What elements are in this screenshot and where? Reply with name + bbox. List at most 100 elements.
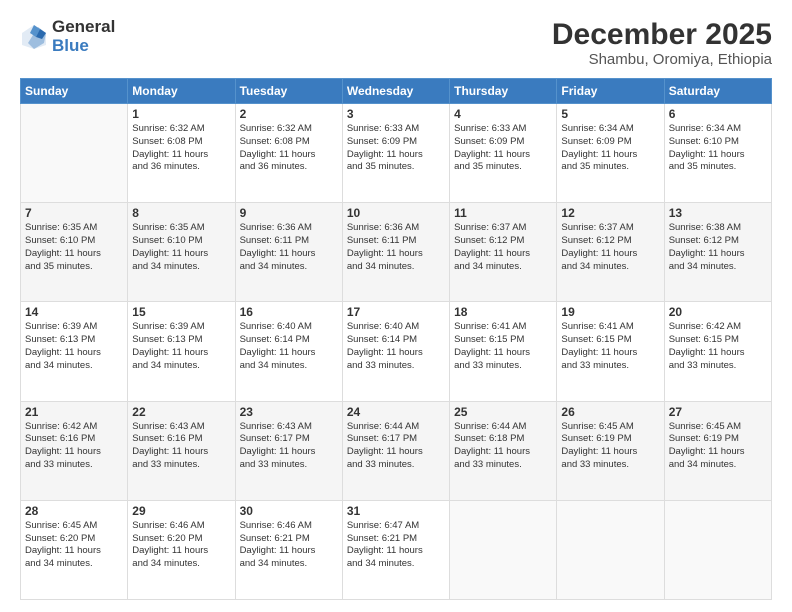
day-number: 15 (132, 305, 230, 319)
cell-info: Sunrise: 6:46 AM Sunset: 6:21 PM Dayligh… (240, 520, 338, 571)
calendar-cell: 13 Sunrise: 6:38 AM Sunset: 6:12 PM Dayli… (664, 203, 771, 302)
cell-info: Sunrise: 6:43 AM Sunset: 6:16 PM Dayligh… (132, 421, 230, 472)
calendar-week-row: 28Sunrise: 6:45 AM Sunset: 6:20 PM Dayli… (21, 500, 772, 599)
day-number: 23 (240, 405, 338, 419)
calendar-week-row: 7 Sunrise: 6:35 AM Sunset: 6:10 PM Daylig… (21, 203, 772, 302)
calendar-cell: 19 Sunrise: 6:41 AM Sunset: 6:15 PM Dayli… (557, 302, 664, 401)
calendar-header-row: SundayMondayTuesdayWednesdayThursdayFrid… (21, 79, 772, 104)
day-number: 11 (454, 206, 552, 220)
cell-info: Sunrise: 6:34 AM Sunset: 6:09 PM Dayligh… (561, 123, 659, 174)
calendar-cell (450, 500, 557, 599)
day-number: 3 (347, 107, 445, 121)
cell-info: Sunrise: 6:42 AM Sunset: 6:16 PM Dayligh… (25, 421, 123, 472)
location-subtitle: Shambu, Oromiya, Ethiopia (552, 51, 772, 68)
calendar-cell: 1Sunrise: 6:32 AM Sunset: 6:08 PM Daylig… (128, 104, 235, 203)
logo-icon (20, 23, 48, 51)
day-number: 26 (561, 405, 659, 419)
cell-info: Sunrise: 6:36 AM Sunset: 6:11 PM Dayligh… (240, 222, 338, 273)
cell-info: Sunrise: 6:42 AM Sunset: 6:15 PM Dayligh… (669, 321, 767, 372)
cell-info: Sunrise: 6:46 AM Sunset: 6:20 PM Dayligh… (132, 520, 230, 571)
cell-info: Sunrise: 6:40 AM Sunset: 6:14 PM Dayligh… (240, 321, 338, 372)
day-number: 14 (25, 305, 123, 319)
cell-info: Sunrise: 6:37 AM Sunset: 6:12 PM Dayligh… (561, 222, 659, 273)
calendar-cell: 6Sunrise: 6:34 AM Sunset: 6:10 PM Daylig… (664, 104, 771, 203)
calendar-week-row: 1Sunrise: 6:32 AM Sunset: 6:08 PM Daylig… (21, 104, 772, 203)
cell-info: Sunrise: 6:36 AM Sunset: 6:11 PM Dayligh… (347, 222, 445, 273)
calendar-cell: 27Sunrise: 6:45 AM Sunset: 6:19 PM Dayli… (664, 401, 771, 500)
calendar-cell: 31 Sunrise: 6:47 AM Sunset: 6:21 PM Dayli… (342, 500, 449, 599)
cell-info: Sunrise: 6:44 AM Sunset: 6:18 PM Dayligh… (454, 421, 552, 472)
page: General Blue December 2025 Shambu, Oromi… (0, 0, 792, 612)
day-number: 9 (240, 206, 338, 220)
calendar-cell (557, 500, 664, 599)
cell-info: Sunrise: 6:47 AM Sunset: 6:21 PM Dayligh… (347, 520, 445, 571)
cell-info: Sunrise: 6:32 AM Sunset: 6:08 PM Dayligh… (240, 123, 338, 174)
calendar-cell (664, 500, 771, 599)
calendar-cell: 5 Sunrise: 6:34 AM Sunset: 6:09 PM Daylig… (557, 104, 664, 203)
calendar-week-row: 14 Sunrise: 6:39 AM Sunset: 6:13 PM Dayli… (21, 302, 772, 401)
calendar-cell: 8Sunrise: 6:35 AM Sunset: 6:10 PM Daylig… (128, 203, 235, 302)
day-header-sunday: Sunday (21, 79, 128, 104)
calendar-cell: 25Sunrise: 6:44 AM Sunset: 6:18 PM Dayli… (450, 401, 557, 500)
calendar-cell: 18 Sunrise: 6:41 AM Sunset: 6:15 PM Dayli… (450, 302, 557, 401)
calendar-cell: 23 Sunrise: 6:43 AM Sunset: 6:17 PM Dayli… (235, 401, 342, 500)
title-block: December 2025 Shambu, Oromiya, Ethiopia (552, 18, 772, 68)
calendar-table: SundayMondayTuesdayWednesdayThursdayFrid… (20, 78, 772, 600)
cell-info: Sunrise: 6:33 AM Sunset: 6:09 PM Dayligh… (454, 123, 552, 174)
logo-text: General Blue (52, 18, 115, 55)
day-number: 19 (561, 305, 659, 319)
cell-info: Sunrise: 6:37 AM Sunset: 6:12 PM Dayligh… (454, 222, 552, 273)
day-number: 30 (240, 504, 338, 518)
calendar-cell: 30 Sunrise: 6:46 AM Sunset: 6:21 PM Dayli… (235, 500, 342, 599)
calendar-cell: 3Sunrise: 6:33 AM Sunset: 6:09 PM Daylig… (342, 104, 449, 203)
day-number: 12 (561, 206, 659, 220)
day-number: 22 (132, 405, 230, 419)
day-header-monday: Monday (128, 79, 235, 104)
cell-info: Sunrise: 6:45 AM Sunset: 6:20 PM Dayligh… (25, 520, 123, 571)
calendar-cell: 7 Sunrise: 6:35 AM Sunset: 6:10 PM Daylig… (21, 203, 128, 302)
day-number: 10 (347, 206, 445, 220)
calendar-cell: 17Sunrise: 6:40 AM Sunset: 6:14 PM Dayli… (342, 302, 449, 401)
day-number: 13 (669, 206, 767, 220)
header: General Blue December 2025 Shambu, Oromi… (20, 18, 772, 68)
calendar-cell: 24Sunrise: 6:44 AM Sunset: 6:17 PM Dayli… (342, 401, 449, 500)
logo-blue: Blue (52, 37, 115, 56)
day-number: 31 (347, 504, 445, 518)
day-number: 18 (454, 305, 552, 319)
cell-info: Sunrise: 6:41 AM Sunset: 6:15 PM Dayligh… (561, 321, 659, 372)
cell-info: Sunrise: 6:39 AM Sunset: 6:13 PM Dayligh… (132, 321, 230, 372)
calendar-cell: 28Sunrise: 6:45 AM Sunset: 6:20 PM Dayli… (21, 500, 128, 599)
calendar-cell: 9 Sunrise: 6:36 AM Sunset: 6:11 PM Daylig… (235, 203, 342, 302)
calendar-cell: 11 Sunrise: 6:37 AM Sunset: 6:12 PM Dayli… (450, 203, 557, 302)
cell-info: Sunrise: 6:35 AM Sunset: 6:10 PM Dayligh… (25, 222, 123, 273)
day-header-saturday: Saturday (664, 79, 771, 104)
day-header-friday: Friday (557, 79, 664, 104)
day-number: 29 (132, 504, 230, 518)
cell-info: Sunrise: 6:41 AM Sunset: 6:15 PM Dayligh… (454, 321, 552, 372)
month-title: December 2025 (552, 18, 772, 51)
day-number: 27 (669, 405, 767, 419)
logo-general: General (52, 18, 115, 37)
day-number: 17 (347, 305, 445, 319)
calendar-cell: 14 Sunrise: 6:39 AM Sunset: 6:13 PM Dayli… (21, 302, 128, 401)
day-number: 7 (25, 206, 123, 220)
day-number: 20 (669, 305, 767, 319)
calendar-cell: 16 Sunrise: 6:40 AM Sunset: 6:14 PM Dayli… (235, 302, 342, 401)
day-header-wednesday: Wednesday (342, 79, 449, 104)
day-number: 16 (240, 305, 338, 319)
day-number: 5 (561, 107, 659, 121)
cell-info: Sunrise: 6:43 AM Sunset: 6:17 PM Dayligh… (240, 421, 338, 472)
cell-info: Sunrise: 6:39 AM Sunset: 6:13 PM Dayligh… (25, 321, 123, 372)
calendar-cell (21, 104, 128, 203)
calendar-cell: 29 Sunrise: 6:46 AM Sunset: 6:20 PM Dayli… (128, 500, 235, 599)
day-header-tuesday: Tuesday (235, 79, 342, 104)
day-number: 2 (240, 107, 338, 121)
cell-info: Sunrise: 6:45 AM Sunset: 6:19 PM Dayligh… (561, 421, 659, 472)
calendar-cell: 10 Sunrise: 6:36 AM Sunset: 6:11 PM Dayli… (342, 203, 449, 302)
calendar-cell: 26 Sunrise: 6:45 AM Sunset: 6:19 PM Dayli… (557, 401, 664, 500)
logo: General Blue (20, 18, 115, 55)
cell-info: Sunrise: 6:38 AM Sunset: 6:12 PM Dayligh… (669, 222, 767, 273)
cell-info: Sunrise: 6:35 AM Sunset: 6:10 PM Dayligh… (132, 222, 230, 273)
calendar-cell: 12 Sunrise: 6:37 AM Sunset: 6:12 PM Dayli… (557, 203, 664, 302)
day-header-thursday: Thursday (450, 79, 557, 104)
